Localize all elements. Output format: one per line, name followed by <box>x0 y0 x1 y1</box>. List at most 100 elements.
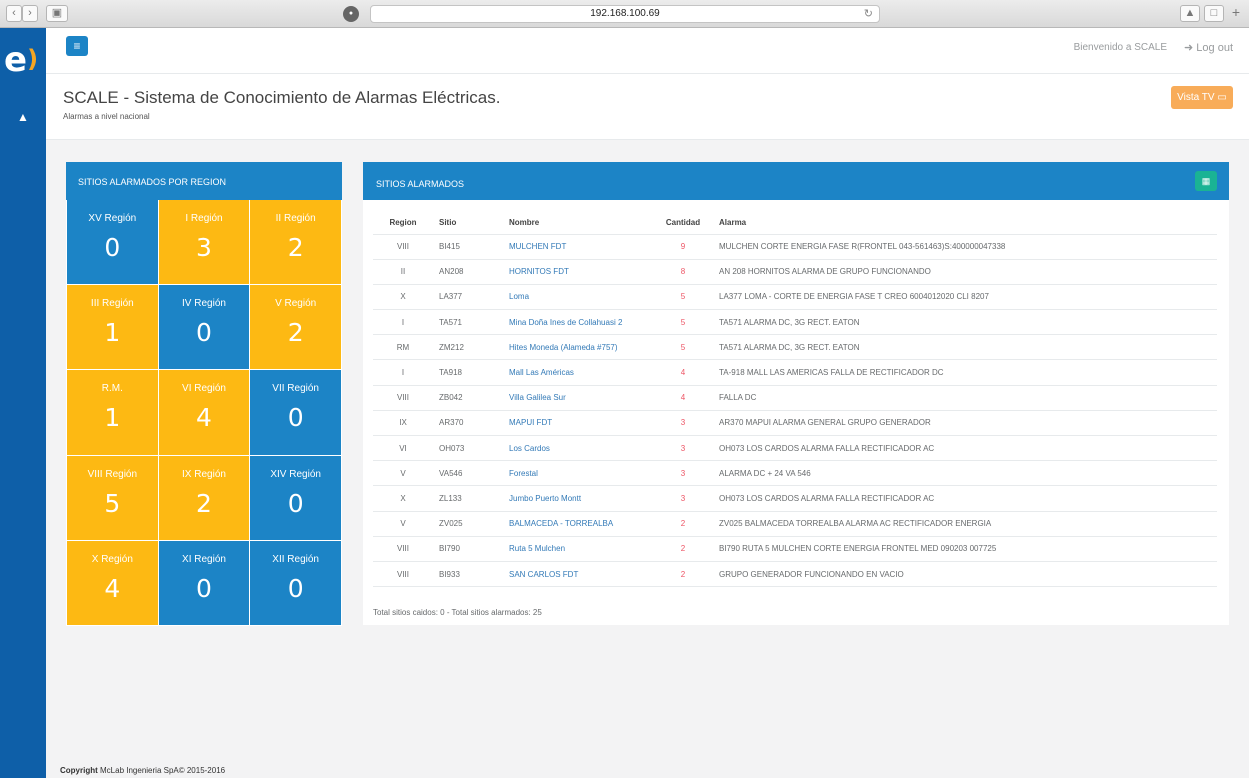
region-count: 0 <box>196 573 212 603</box>
region-cell[interactable]: III Región 1 <box>67 285 158 370</box>
region-name: X Región <box>91 553 133 565</box>
region-cell[interactable]: I Región 3 <box>158 200 250 285</box>
cell-alarm: OH073 LOS CARDOS ALARMA FALLA RECTIFICAD… <box>713 485 1217 512</box>
region-cell[interactable]: XIV Región 0 <box>250 455 341 540</box>
tv-view-button[interactable]: Vista TV ▭ <box>1171 86 1233 109</box>
region-cell[interactable]: VI Región 4 <box>158 370 250 455</box>
page-subtitle: Alarmas a nivel nacional <box>63 112 150 121</box>
cell-name-link[interactable]: Ruta 5 Mulchen <box>503 536 653 562</box>
region-count: 0 <box>287 573 304 603</box>
address-bar[interactable]: 192.168.100.69 ↻ <box>370 5 880 23</box>
cell-site: VA546 <box>433 460 503 487</box>
column-header[interactable]: Cantidad <box>653 212 713 235</box>
forward-button[interactable]: › <box>22 5 38 22</box>
menu-toggle-button[interactable]: ≡ <box>66 36 88 56</box>
region-count: 2 <box>287 233 304 262</box>
region-cell[interactable]: II Región 2 <box>250 200 341 285</box>
cell-region: I <box>373 309 433 336</box>
region-cell[interactable]: VIII Región 5 <box>67 455 158 540</box>
cell-name-link[interactable]: HORNITOS FDT <box>503 259 653 285</box>
cell-region: VIII <box>373 536 433 562</box>
region-name: XV Región <box>88 213 137 224</box>
cell-name-link[interactable]: Mall Las Américas <box>503 359 653 386</box>
region-cell[interactable]: VII Región 0 <box>250 370 341 455</box>
column-header[interactable]: Sitio <box>433 212 503 235</box>
regions-panel: SITIOS ALARMADOS POR REGION XV Región 0 I … <box>66 162 342 626</box>
browser-chrome: ‹ › ▣ ● 192.168.100.69 ↻ ▲ □ + <box>0 0 1249 28</box>
page-heading: SCALE - Sistema de Conocimiento de Alarm… <box>46 74 1249 140</box>
table-header-row: Region Sitio Nombre Cantidad Alarma <box>373 212 1217 235</box>
region-cell[interactable]: XII Región 0 <box>250 540 341 625</box>
cell-name-link[interactable]: MAPUI FDT <box>503 410 653 437</box>
cell-alarm: GRUPO GENERADOR FUNCIONANDO EN VACIO <box>713 561 1217 588</box>
region-cell[interactable]: R.M. 1 <box>67 370 158 455</box>
table-row: VI OH073 Los Cardos 3 OH073 LOS CARDOS ALARM… <box>373 435 1217 462</box>
excel-export-button[interactable]: ▦ <box>1195 171 1217 191</box>
cell-name-link[interactable]: SAN CARLOS FDT <box>503 561 653 588</box>
cell-site: ZV025 <box>433 511 503 537</box>
cell-name-link[interactable]: Jumbo Puerto Montt <box>503 485 653 512</box>
new-tab-icon[interactable]: + <box>1228 5 1244 22</box>
region-cell[interactable]: IV Región 0 <box>158 285 250 370</box>
table-row: IX AR370 MAPUI FDT 3 AR370 MAPUI ALARMA GENE… <box>373 410 1217 437</box>
sites-panel-header: SITIOS ALARMADOS ▦ <box>363 162 1229 200</box>
cell-name-link[interactable]: BALMACEDA - TORREALBA <box>503 511 653 537</box>
cell-site: TA918 <box>433 359 503 386</box>
cell-alarm: OH073 LOS CARDOS ALARMA FALLA RECTIFICAD… <box>713 435 1217 462</box>
region-cell[interactable]: IX Región 2 <box>158 455 250 540</box>
cell-site: ZB042 <box>433 385 503 411</box>
cell-count: 4 <box>653 385 713 411</box>
reload-icon[interactable]: ↻ <box>864 6 873 22</box>
cell-name-link[interactable]: Villa Galilea Sur <box>503 385 653 411</box>
table-row: VIII BI415 MULCHEN FDT 9 MULCHEN CORTE ENERG… <box>373 234 1217 260</box>
column-header[interactable]: Nombre <box>503 212 653 235</box>
cell-site: AR370 <box>433 410 503 437</box>
region-count: 3 <box>196 233 212 262</box>
cell-site: TA571 <box>433 309 503 336</box>
total-summary: Total sitios caidos: 0 - Total sitios al… <box>373 608 542 617</box>
sidebar-toggle-icon[interactable]: ▣ <box>46 5 68 22</box>
region-count: 0 <box>196 318 212 348</box>
cell-name-link[interactable]: Forestal <box>503 460 653 487</box>
logout-label: Log out <box>1196 42 1233 54</box>
sites-panel: SITIOS ALARMADOS ▦ Region Sitio Nombre C… <box>363 162 1229 625</box>
cell-name-link[interactable]: MULCHEN FDT <box>503 234 653 260</box>
region-cell[interactable]: XV Región 0 <box>67 200 158 285</box>
table-row: X ZL133 Jumbo Puerto Montt 3 OH073 LOS CARDO… <box>373 485 1217 512</box>
cell-site: ZL133 <box>433 485 503 512</box>
bell-icon[interactable]: ▲ <box>16 110 30 124</box>
region-name: I Región <box>185 213 223 224</box>
cell-site: OH073 <box>433 435 503 462</box>
cell-site: AN208 <box>433 259 503 285</box>
table-row: II AN208 HORNITOS FDT 8 AN 208 HORNITOS ALAR… <box>373 259 1217 285</box>
region-count: 4 <box>196 403 212 433</box>
region-cell[interactable]: V Región 2 <box>250 285 341 370</box>
logout-link[interactable]: ➜ Log out <box>1184 41 1233 54</box>
cell-alarm: TA571 ALARMA DC, 3G RECT. EATON <box>713 334 1217 361</box>
table-row: I TA918 Mall Las Américas 4 TA-918 MALL LAS … <box>373 359 1217 386</box>
cell-name-link[interactable]: Los Cardos <box>503 435 653 462</box>
cell-name-link[interactable]: Loma <box>503 284 653 311</box>
logo[interactable]: e) <box>4 42 38 77</box>
topbar: ≡ Bienvenido a SCALE ➜ Log out <box>46 28 1249 74</box>
back-button[interactable]: ‹ <box>6 5 22 22</box>
welcome-text: Bienvenido a SCALE <box>1073 42 1167 53</box>
region-name: VIII Región <box>87 468 138 480</box>
column-header[interactable]: Region <box>373 212 433 235</box>
tabs-icon[interactable]: □ <box>1204 5 1224 22</box>
region-count: 0 <box>287 403 304 433</box>
share-icon[interactable]: ▲ <box>1180 5 1200 22</box>
cell-name-link[interactable]: Mina Doña Ines de Collahuasi 2 <box>503 309 653 336</box>
cell-count: 3 <box>653 410 713 437</box>
column-header[interactable]: Alarma <box>713 212 1217 235</box>
region-count: 1 <box>104 403 121 433</box>
table-row: VIII BI933 SAN CARLOS FDT 2 GRUPO GENERADOR … <box>373 561 1217 588</box>
copyright-label: Copyright <box>60 766 98 775</box>
region-cell[interactable]: X Región 4 <box>67 540 158 625</box>
region-cell[interactable]: XI Región 0 <box>158 540 250 625</box>
cell-name-link[interactable]: Hites Moneda (Alameda #757) <box>503 334 653 361</box>
cell-count: 2 <box>653 561 713 588</box>
region-name: III Región <box>90 298 134 310</box>
cell-count: 5 <box>653 334 713 361</box>
cell-count: 3 <box>653 485 713 512</box>
